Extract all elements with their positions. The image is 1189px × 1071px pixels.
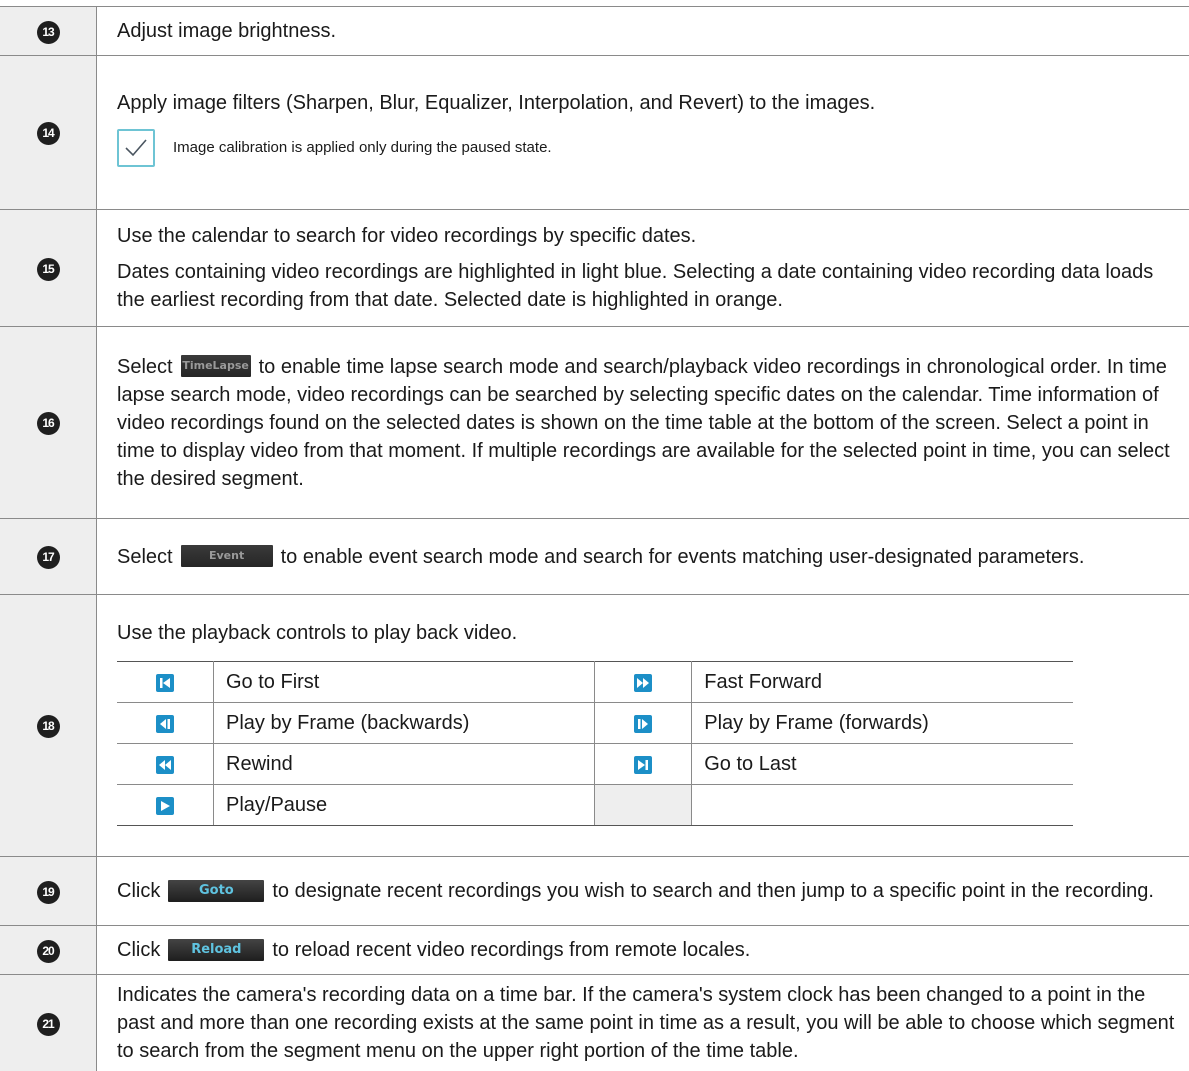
table-row: 16 SelectTimeLapseto enable time lapse s… [0,327,1189,519]
table-row: Rewind Go to Last [117,744,1073,785]
note-text: Image calibration is applied only during… [173,134,552,162]
row-description: Use the playback controls to play back v… [117,619,1175,647]
item-number-badge: 13 [37,21,60,44]
go-to-first-icon [156,674,174,692]
row-description: ClickGototo designate recent recordings … [117,877,1175,905]
play-pause-icon [156,797,174,815]
row-description: SelectTimeLapseto enable time lapse sear… [117,353,1175,493]
table-row: 15 Use the calendar to search for video … [0,210,1189,327]
control-label: Play by Frame (backwards) [214,703,595,744]
checkmark-icon [117,129,155,167]
item-number-badge: 18 [37,715,60,738]
table-row: Play/Pause [117,785,1073,826]
rewind-icon [156,756,174,774]
control-label: Go to First [214,662,595,703]
control-label: Rewind [214,744,595,785]
control-label: Play by Frame (forwards) [692,703,1073,744]
item-number-badge: 21 [37,1013,60,1036]
goto-button[interactable]: Goto [168,880,264,902]
table-row: 19 ClickGototo designate recent recordin… [0,857,1189,926]
item-number-badge: 20 [37,940,60,963]
frame-back-icon [156,715,174,733]
empty-cell [692,785,1073,826]
table-row: Go to First Fast Forward [117,662,1073,703]
table-row: 18 Use the playback controls to play bac… [0,595,1189,857]
row-description: Apply image filters (Sharpen, Blur, Equa… [117,89,1175,117]
control-label: Go to Last [692,744,1073,785]
reload-button[interactable]: Reload [168,939,264,961]
empty-cell [595,785,692,826]
item-number-badge: 15 [37,258,60,281]
item-number-badge: 19 [37,881,60,904]
table-row: 20 ClickReloadto reload recent video rec… [0,926,1189,975]
timelapse-button[interactable]: TimeLapse [181,355,251,377]
table-row: Play by Frame (backwards) Play by Frame … [117,703,1073,744]
row-description: Indicates the camera's recording data on… [117,981,1175,1065]
description-table: 13 Adjust image brightness. 14 Apply ima… [0,6,1189,1071]
row-description: Use the calendar to search for video rec… [117,222,1175,250]
note-box: Image calibration is applied only during… [117,129,1175,167]
table-row: 13 Adjust image brightness. [0,7,1189,56]
frame-forward-icon [634,715,652,733]
row-description: ClickReloadto reload recent video record… [117,936,1175,964]
fast-forward-icon [634,674,652,692]
control-label: Play/Pause [214,785,595,826]
row-description: SelectEventto enable event search mode a… [117,543,1175,571]
event-button[interactable]: Event [181,545,273,567]
row-description: Adjust image brightness. [117,17,1175,45]
table-row: 21 Indicates the camera's recording data… [0,975,1189,1071]
item-number-badge: 14 [37,122,60,145]
table-row: 14 Apply image filters (Sharpen, Blur, E… [0,56,1189,210]
control-label: Fast Forward [692,662,1073,703]
row-description-detail: Dates containing video recordings are hi… [117,258,1175,314]
playback-controls-table: Go to First Fast Forward Play by Frame (… [117,661,1073,826]
table-row: 17 SelectEventto enable event search mod… [0,519,1189,595]
item-number-badge: 16 [37,412,60,435]
item-number-badge: 17 [37,546,60,569]
go-to-last-icon [634,756,652,774]
